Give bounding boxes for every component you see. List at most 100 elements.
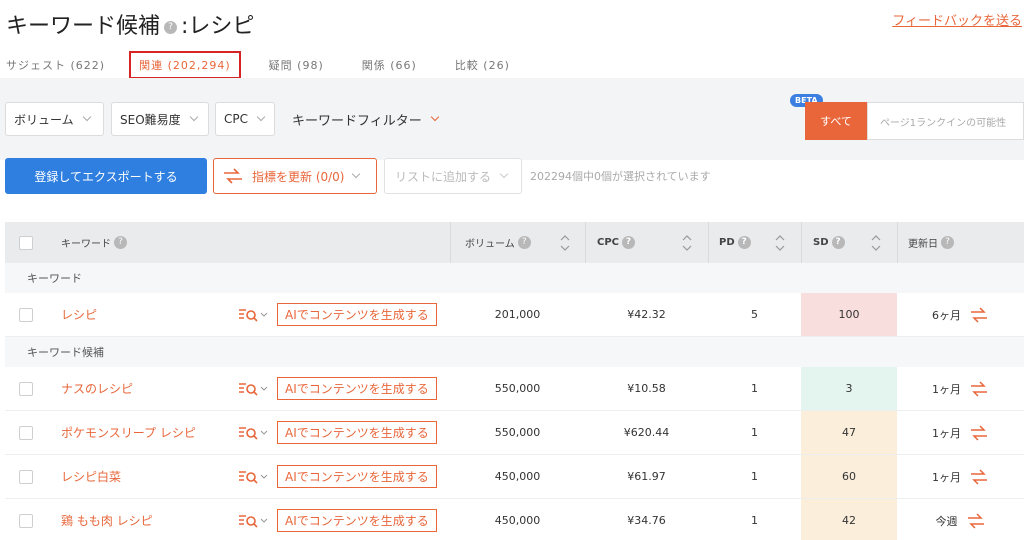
updated-cell: 1ヶ月: [897, 367, 1024, 410]
row-checkbox[interactable]: [19, 307, 33, 322]
select-all-cell: [19, 222, 33, 263]
row-checkbox-cell: [19, 293, 33, 336]
row-checkbox-cell: [19, 455, 33, 498]
pd-cell: 5: [751, 308, 758, 321]
updated-cell: 今週: [897, 499, 1024, 540]
header-volume[interactable]: ボリューム ?: [465, 222, 534, 263]
sd-cell: 3: [801, 367, 897, 410]
help-icon: ?: [114, 236, 127, 249]
ai-generate-button[interactable]: AIでコンテンツを生成する: [277, 303, 437, 326]
all-button[interactable]: すべて: [805, 102, 867, 140]
table-row[interactable]: 鶏 もも肉 レシピ AIでコンテンツを生成する 450,000 ¥34.76 1…: [5, 499, 1024, 540]
selection-count: 202294個中0個が選択されています: [530, 170, 711, 183]
header-updated[interactable]: 更新日 ?: [908, 222, 957, 263]
column-divider: [801, 222, 802, 263]
select-all-checkbox[interactable]: [19, 235, 33, 250]
keyword-link[interactable]: レシピ白菜: [61, 455, 121, 498]
refresh-metrics-label: 指標を更新 (0/0): [252, 169, 345, 184]
ai-generate-button[interactable]: AIでコンテンツを生成する: [277, 509, 437, 532]
row-checkbox[interactable]: [19, 381, 33, 396]
table-row[interactable]: レシピ AIでコンテンツを生成する 201,000 ¥42.32 5 100 6…: [5, 293, 1024, 337]
cpc-cell: ¥42.32: [627, 308, 666, 321]
page-title: キーワード候補 ? :レシピ: [6, 8, 254, 40]
register-export-button[interactable]: 登録してエクスポートする: [5, 158, 207, 194]
chevron-down-icon: [430, 112, 439, 122]
header-volume-label: ボリューム: [465, 239, 515, 250]
keyword-filter-label: キーワードフィルター: [292, 113, 422, 129]
help-icon[interactable]: ?: [164, 20, 178, 34]
seo-difficulty-filter[interactable]: SEO難易度: [111, 102, 209, 136]
refresh-icon[interactable]: [969, 424, 989, 441]
row-checkbox-cell: [19, 499, 33, 540]
ai-generate-button[interactable]: AIでコンテンツを生成する: [277, 465, 437, 488]
row-checkbox[interactable]: [19, 513, 33, 528]
search-menu-icon[interactable]: [238, 469, 268, 485]
keyword-table: キーワード ? ボリューム ? CPC ? PD ? SD ? 更新日 ? キー…: [5, 222, 1024, 540]
updated-label: 今週: [935, 514, 958, 528]
volume-cell: 450,000: [494, 470, 541, 483]
table-row[interactable]: ナスのレシピ AIでコンテンツを生成する 550,000 ¥10.58 1 3 …: [5, 367, 1024, 411]
tab-relations[interactable]: 関係 (66): [356, 57, 423, 73]
refresh-icon[interactable]: [969, 306, 989, 323]
page1-rank-filter[interactable]: ページ1ランクインの可能性: [867, 102, 1024, 140]
volume-cell: 450,000: [494, 514, 541, 527]
pd-cell: 1: [751, 426, 758, 439]
updated-label: 1ヶ月: [932, 426, 961, 440]
tab-questions[interactable]: 疑問 (98): [263, 57, 330, 73]
sort-icon[interactable]: [560, 234, 570, 252]
search-menu-icon[interactable]: [238, 513, 268, 529]
header-updated-label: 更新日: [908, 239, 938, 250]
column-divider: [897, 222, 898, 263]
sd-cell: 60: [801, 455, 897, 498]
keyword-link[interactable]: ポケモンスリープ レシピ: [61, 411, 196, 454]
search-menu-icon[interactable]: [238, 307, 268, 323]
volume-cell: 550,000: [494, 426, 541, 439]
header-cpc[interactable]: CPC ?: [597, 222, 638, 263]
add-to-list-button[interactable]: リストに追加する: [384, 158, 522, 194]
refresh-icon[interactable]: [969, 380, 989, 397]
column-divider: [708, 222, 709, 263]
keyword-link[interactable]: 鶏 もも肉 レシピ: [61, 499, 153, 540]
search-menu-icon[interactable]: [238, 425, 268, 441]
cpc-filter[interactable]: CPC: [215, 102, 275, 136]
keyword-filter[interactable]: キーワードフィルター: [292, 102, 439, 136]
cpc-cell: ¥10.58: [627, 382, 666, 395]
cpc-cell: ¥61.97: [627, 470, 666, 483]
updated-label: 1ヶ月: [932, 382, 961, 396]
chevron-down-icon: [499, 169, 509, 179]
ai-generate-button[interactable]: AIでコンテンツを生成する: [277, 377, 437, 400]
tab-comparisons[interactable]: 比較 (26): [449, 57, 516, 73]
refresh-icon[interactable]: [966, 512, 986, 529]
sort-icon[interactable]: [871, 234, 881, 252]
header-cpc-label: CPC: [597, 237, 620, 248]
ai-generate-button[interactable]: AIでコンテンツを生成する: [277, 421, 437, 444]
feedback-link[interactable]: フィードバックを送る: [892, 10, 1022, 29]
refresh-metrics-button[interactable]: 指標を更新 (0/0): [213, 158, 377, 194]
pd-cell: 1: [751, 470, 758, 483]
chevron-down-icon: [256, 112, 266, 122]
table-row[interactable]: ポケモンスリープ レシピ AIでコンテンツを生成する 550,000 ¥620.…: [5, 411, 1024, 455]
help-icon: ?: [941, 236, 954, 249]
header-keyword[interactable]: キーワード ?: [61, 222, 130, 263]
tab-related[interactable]: 関連 (202,294): [129, 51, 241, 79]
updated-cell: 6ヶ月: [897, 293, 1024, 336]
header-sd[interactable]: SD ?: [813, 222, 848, 263]
row-checkbox[interactable]: [19, 425, 33, 440]
updated-label: 1ヶ月: [932, 470, 961, 484]
keyword-link[interactable]: ナスのレシピ: [61, 367, 133, 410]
filter-bar: ボリューム SEO難易度 CPC キーワードフィルター BETA すべて ページ…: [0, 78, 1024, 160]
header-pd[interactable]: PD ?: [719, 222, 754, 263]
seo-filter-label: SEO難易度: [120, 112, 181, 127]
sort-icon[interactable]: [775, 234, 785, 252]
keyword-link[interactable]: レシピ: [61, 293, 97, 336]
search-menu-icon[interactable]: [238, 381, 268, 397]
tab-suggest[interactable]: サジェスト (622): [0, 57, 111, 73]
row-checkbox-cell: [19, 367, 33, 410]
sd-cell: 47: [801, 411, 897, 454]
table-row[interactable]: レシピ白菜 AIでコンテンツを生成する 450,000 ¥61.97 1 60 …: [5, 455, 1024, 499]
sort-icon[interactable]: [682, 234, 692, 252]
volume-filter-label: ボリューム: [14, 112, 74, 127]
refresh-icon[interactable]: [969, 468, 989, 485]
row-checkbox[interactable]: [19, 469, 33, 484]
volume-filter[interactable]: ボリューム: [5, 102, 104, 136]
